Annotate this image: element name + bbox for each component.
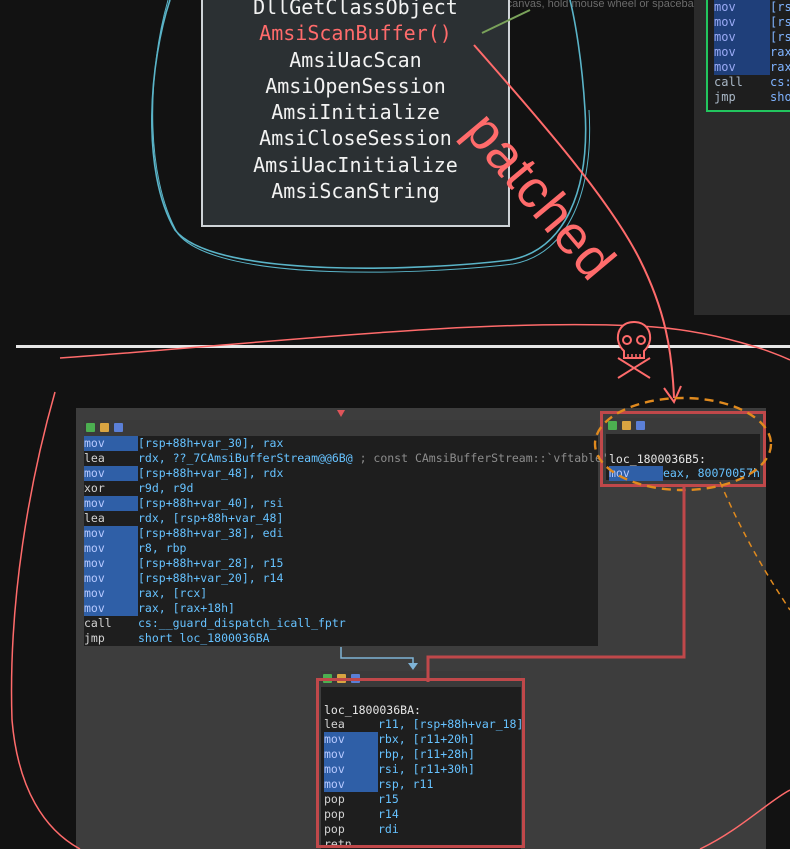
operands: [rsp+88h+var_48], rdx (138, 466, 284, 480)
patch-highlight-frame (600, 411, 766, 487)
operands: r8, rbp (138, 541, 187, 555)
export-amsiinitialize: AmsiInitialize (271, 100, 440, 125)
operands: r9d, r9d (138, 481, 194, 495)
export-amsiopensession: AmsiOpenSession (265, 73, 446, 98)
code-line: mov[rsp (714, 0, 790, 15)
mnemonic: mov (84, 601, 138, 616)
mnemonic: call (84, 616, 112, 630)
top-right-code-panel[interactable]: mov[rsp mov[rsp mov[rsp movrax movrax ca… (694, 0, 790, 315)
code-line: mov [rsp+88h+var_48], rdx (84, 466, 283, 481)
operands: short loc_1800036BA (138, 631, 270, 645)
code-line: mov [rsp+88h+var_40], rsi (84, 496, 283, 511)
code-line: mov [rsp+88h+var_38], edi (84, 526, 283, 541)
operands: [rsp+88h+var_28], r15 (138, 556, 284, 570)
pink-sketch-outline (59, 323, 790, 361)
edit-icon (100, 423, 109, 432)
top-right-code-block[interactable]: mov[rsp mov[rsp mov[rsp movrax movrax ca… (706, 0, 790, 112)
code-line: mov rax (714, 60, 790, 75)
export-amsiscanbuffer: AmsiScanBuffer() (259, 21, 452, 46)
mnemonic: mov (84, 526, 138, 541)
block-titlebar (84, 420, 598, 436)
code-line: jmp short loc_1800036BA (84, 631, 270, 646)
operands: cs:__guard_dispatch_icall_fptr (138, 616, 346, 630)
operands: [rsp+88h+var_40], rsi (138, 496, 284, 510)
code-line: mov rax, [rcx] (84, 586, 207, 601)
export-amsiuacinitialize: AmsiUacInitialize (253, 152, 458, 177)
code-line: xor r9d, r9d (84, 481, 193, 496)
code-line: call cs:__guard_dispatch_icall_fptr (84, 616, 346, 631)
operands: rdx, ??_7CAmsiBufferStream@@6B@ (138, 451, 353, 465)
export-amsiscanstring: AmsiScanString (271, 179, 440, 204)
mnemonic: lea (84, 511, 105, 525)
operands: [rsp+88h+var_38], edi (138, 526, 284, 540)
code-line: mov [rsp+88h+var_20], r14 (84, 571, 283, 586)
code-line: jmpshor (714, 90, 790, 104)
mnemonic: jmp (84, 631, 105, 645)
graph-icon (86, 423, 95, 432)
mnemonic: lea (84, 451, 105, 465)
code-line: mov [rsp+88h+var_28], r15 (84, 556, 283, 571)
comment: ; const CAmsiBufferStream::`vftable' (352, 451, 609, 465)
export-amsiuacscan: AmsiUacScan (289, 47, 422, 72)
code-line: mov rax (714, 45, 790, 60)
code-line: mov rax, [rax+18h] (84, 601, 235, 616)
mnemonic: xor (84, 481, 105, 495)
operands: [rsp+88h+var_20], r14 (138, 571, 284, 585)
operands: rax, [rcx] (138, 586, 208, 600)
mnemonic: mov (84, 496, 138, 511)
mnemonic: mov (84, 556, 138, 571)
export-dllgetclassobject: DllGetClassObject (253, 0, 458, 19)
exit-highlight-frame (316, 678, 525, 848)
code-line: mov r8, rbp (84, 541, 186, 556)
main-code-block[interactable]: mov [rsp+88h+var_30], rax lea rdx, ??_7CAms… (84, 420, 609, 646)
code-line: mov [rsp+88h+var_30], rax (84, 436, 283, 451)
mnemonic: mov (84, 466, 138, 481)
code-line: lea rdx, [rsp+88h+var_48] (84, 511, 283, 526)
operands: [rsp+88h+var_30], rax (138, 436, 284, 450)
mnemonic: mov (84, 541, 138, 556)
divider-line (16, 345, 790, 348)
amsi-exports-box[interactable]: DllGetClassObject AmsiScanBuffer() AmsiU… (201, 0, 510, 227)
mnemonic: mov (84, 571, 138, 586)
skull-crossbones-icon (616, 320, 652, 379)
mnemonic: mov (84, 436, 138, 451)
code-line: mov[rsp (714, 15, 790, 30)
operands: rax, [rax+18h] (138, 601, 235, 615)
operands: rdx, [rsp+88h+var_48] (138, 511, 284, 525)
code-line: mov[rsp (714, 30, 790, 45)
whiteboard-canvas[interactable]: To move canvas, hold mouse wheel or spac… (0, 0, 790, 849)
code-line: lea rdx, ??_7CAmsiBufferStream@@6B@ ; con… (84, 451, 609, 466)
mnemonic: mov (84, 586, 138, 601)
code-line: callcs:_ (714, 75, 790, 89)
list-icon (114, 423, 123, 432)
